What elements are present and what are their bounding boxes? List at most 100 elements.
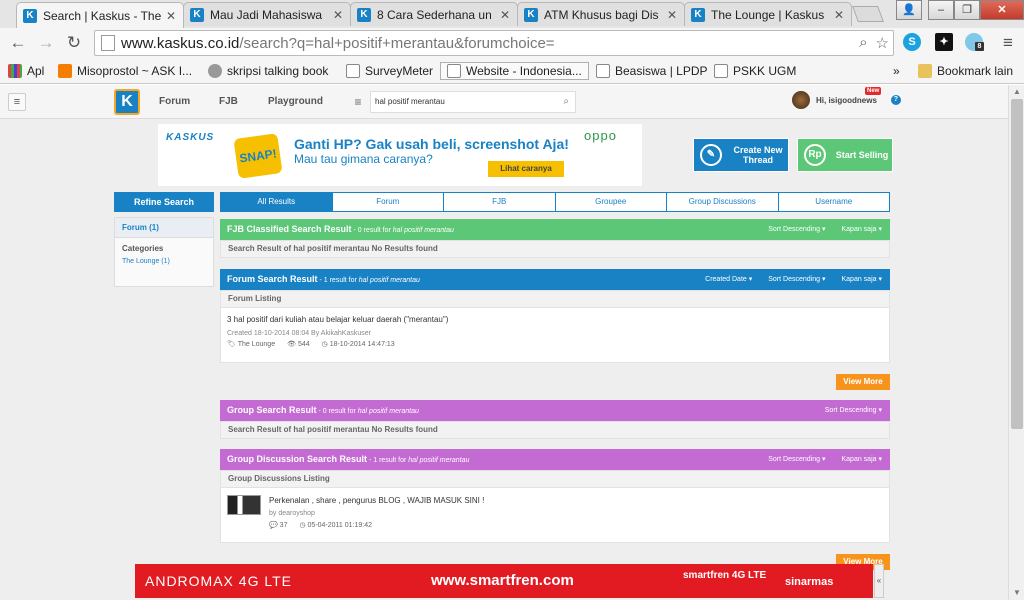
browser-tab[interactable]: K ATM Khusus bagi Dis ✕	[517, 2, 685, 26]
discussion-result-stats: 💬 37 ◷ 05-04-2011 01:19:42	[269, 521, 372, 529]
user-menu[interactable]: Hi, isigoodnews New ?	[792, 87, 901, 109]
sort-dropdown[interactable]: Sort Descending ▾	[825, 400, 882, 421]
browser-tab-title: Search | Kaskus - The	[43, 8, 162, 23]
skype-icon[interactable]: S	[903, 33, 921, 51]
andromax-logo: ANDROMAX 4G LTE	[145, 573, 292, 589]
time-dropdown[interactable]: Kapan saja ▾	[842, 269, 883, 290]
hamburger-menu-icon[interactable]: ≡	[8, 93, 26, 111]
new-tab-button[interactable]	[852, 6, 884, 22]
browser-tab-title: The Lounge | Kaskus	[711, 7, 825, 22]
pencil-icon: ✎	[694, 138, 728, 172]
tab-fjb[interactable]: FJB	[444, 193, 556, 211]
group-section-header: Group Search Result - 0 result for hal p…	[220, 400, 890, 421]
scroll-up-arrow-icon[interactable]: ▲	[1009, 85, 1024, 99]
chrome-menu-icon[interactable]: ≡	[998, 34, 1018, 52]
eye-icon: 👁	[287, 341, 296, 348]
nav-playground[interactable]: Playground	[268, 96, 323, 107]
browser-tab[interactable]: K Search | Kaskus - The ✕	[16, 2, 184, 28]
sort-dropdown[interactable]: Sort Descending ▾	[768, 269, 825, 290]
nav-forum[interactable]: Forum	[159, 96, 190, 107]
category-link[interactable]: The Lounge (1)	[115, 253, 213, 265]
sort-dropdown[interactable]: Sort Descending ▾	[768, 219, 825, 240]
close-tab-icon[interactable]: ✕	[165, 9, 177, 23]
tab-username[interactable]: Username	[779, 193, 890, 211]
view-count: 👁 544	[287, 341, 310, 348]
nav-fjb[interactable]: FJB	[219, 96, 238, 107]
forum-section-header: Forum Search Result - 1 result for hal p…	[220, 269, 890, 290]
promo-banner[interactable]: KASKUS SNAP! Ganti HP? Gak usah beli, sc…	[158, 124, 642, 186]
bottom-ad-banner[interactable]: ANDROMAX 4G LTE www.smartfren.com smartf…	[135, 564, 873, 598]
minimize-button[interactable]: –	[928, 0, 954, 20]
ghost-extension-icon[interactable]: 8	[965, 33, 984, 51]
close-window-button[interactable]: ✕	[980, 0, 1024, 20]
search-input[interactable]: hal positif merantau ⌕	[370, 91, 576, 113]
address-bar[interactable]: www.kaskus.co.id/search?q=hal+positif+me…	[94, 30, 894, 56]
tab-all-results[interactable]: All Results	[221, 193, 333, 211]
zoom-icon[interactable]: ⌕	[859, 34, 867, 52]
refine-selected-forum[interactable]: Forum (1)	[115, 218, 213, 238]
blogger-icon	[58, 64, 72, 78]
search-icon[interactable]: ⌕	[563, 92, 569, 112]
scrollbar-thumb[interactable]	[1011, 99, 1023, 429]
ninja-extension-icon[interactable]: ✦	[935, 33, 953, 51]
bookmark-item[interactable]: PSKK UGM	[714, 62, 796, 80]
page-scrollbar[interactable]: ▲ ▼	[1008, 85, 1024, 600]
other-bookmarks-folder[interactable]: Bookmark lain	[918, 62, 1013, 80]
close-tab-icon[interactable]: ✕	[332, 8, 344, 22]
bookmark-item[interactable]: Website - Indonesia...	[440, 62, 589, 80]
bookmarks-overflow-button[interactable]: »	[893, 62, 900, 80]
discussion-result-meta[interactable]: by dearoyshop	[269, 510, 315, 517]
tag-icon: 🏷	[227, 341, 236, 348]
discussion-result-title[interactable]: Perkenalan , share , pengurus BLOG , WAJ…	[269, 496, 484, 505]
close-tab-icon[interactable]: ✕	[666, 8, 678, 22]
forum-view-more-button[interactable]: View More	[836, 374, 890, 390]
tab-groupee[interactable]: Groupee	[556, 193, 667, 211]
tab-forum[interactable]: Forum	[333, 193, 444, 211]
username[interactable]: Hi, isigoodnews	[816, 96, 877, 105]
start-selling-button[interactable]: Rp Start Selling	[797, 138, 893, 172]
forum-result-title[interactable]: 3 hal positif dari kuliah atau belajar k…	[227, 315, 448, 324]
bookmark-star-icon[interactable]: ☆	[876, 34, 889, 52]
scroll-down-arrow-icon[interactable]: ▼	[1009, 586, 1024, 600]
user-profile-icon[interactable]: 👤	[896, 0, 922, 20]
kaskus-favicon-icon: K	[357, 7, 371, 22]
bookmark-item[interactable]: SurveyMeter	[346, 62, 433, 80]
browser-tab[interactable]: K Mau Jadi Mahasiswa ✕	[183, 2, 351, 26]
time-dropdown[interactable]: Kapan saja ▾	[842, 219, 883, 240]
bookmark-item[interactable]: skripsi talking book	[208, 62, 328, 80]
reload-icon[interactable]: ↻	[64, 34, 84, 52]
page-icon	[101, 35, 115, 51]
close-tab-icon[interactable]: ✕	[499, 8, 511, 22]
avatar[interactable]	[792, 91, 810, 109]
browser-tabstrip: K Search | Kaskus - The ✕ K Mau Jadi Mah…	[0, 0, 1024, 28]
banner-cta-button[interactable]: Lihat caranya	[488, 161, 564, 177]
forward-arrow-icon[interactable]: →	[36, 34, 56, 52]
discussion-section-header: Group Discussion Search Result - 1 resul…	[220, 449, 890, 470]
kaskus-logo[interactable]: K	[114, 89, 140, 115]
page-icon	[346, 64, 360, 78]
forum-tag[interactable]: 🏷 The Lounge	[227, 340, 275, 348]
group-thumbnail[interactable]	[227, 495, 261, 515]
oppo-logo: oppo	[584, 128, 617, 143]
clock-icon: ◷	[321, 341, 328, 348]
sort-dropdown[interactable]: Sort Descending ▾	[768, 449, 825, 470]
page-icon	[447, 64, 461, 78]
browser-tab[interactable]: K The Lounge | Kaskus ✕	[684, 2, 852, 26]
bookmark-item[interactable]: Beasiswa | LPDP	[596, 62, 708, 80]
bookmark-apps[interactable]: Apl	[8, 62, 44, 80]
tab-group-discussions[interactable]: Group Discussions	[667, 193, 779, 211]
create-thread-button[interactable]: ✎ Create New Thread	[693, 138, 789, 172]
bookmark-item[interactable]: Misoprostol ~ ASK I...	[58, 62, 192, 80]
discussion-listing-label: Group Discussions Listing	[220, 470, 890, 488]
categories-label: Categories	[122, 244, 164, 253]
search-menu-icon[interactable]: ≡	[346, 95, 370, 109]
new-badge: New	[865, 87, 882, 95]
created-date-dropdown[interactable]: Created Date ▾	[705, 269, 752, 290]
close-tab-icon[interactable]: ✕	[833, 8, 845, 22]
help-icon[interactable]: ?	[890, 95, 901, 105]
back-arrow-icon[interactable]: ←	[8, 34, 28, 52]
maximize-button[interactable]: ❐	[954, 0, 980, 20]
browser-tab[interactable]: K 8 Cara Sederhana un ✕	[350, 2, 518, 26]
time-dropdown[interactable]: Kapan saja ▾	[842, 449, 883, 470]
ad-collapse-button[interactable]: «	[874, 564, 884, 598]
